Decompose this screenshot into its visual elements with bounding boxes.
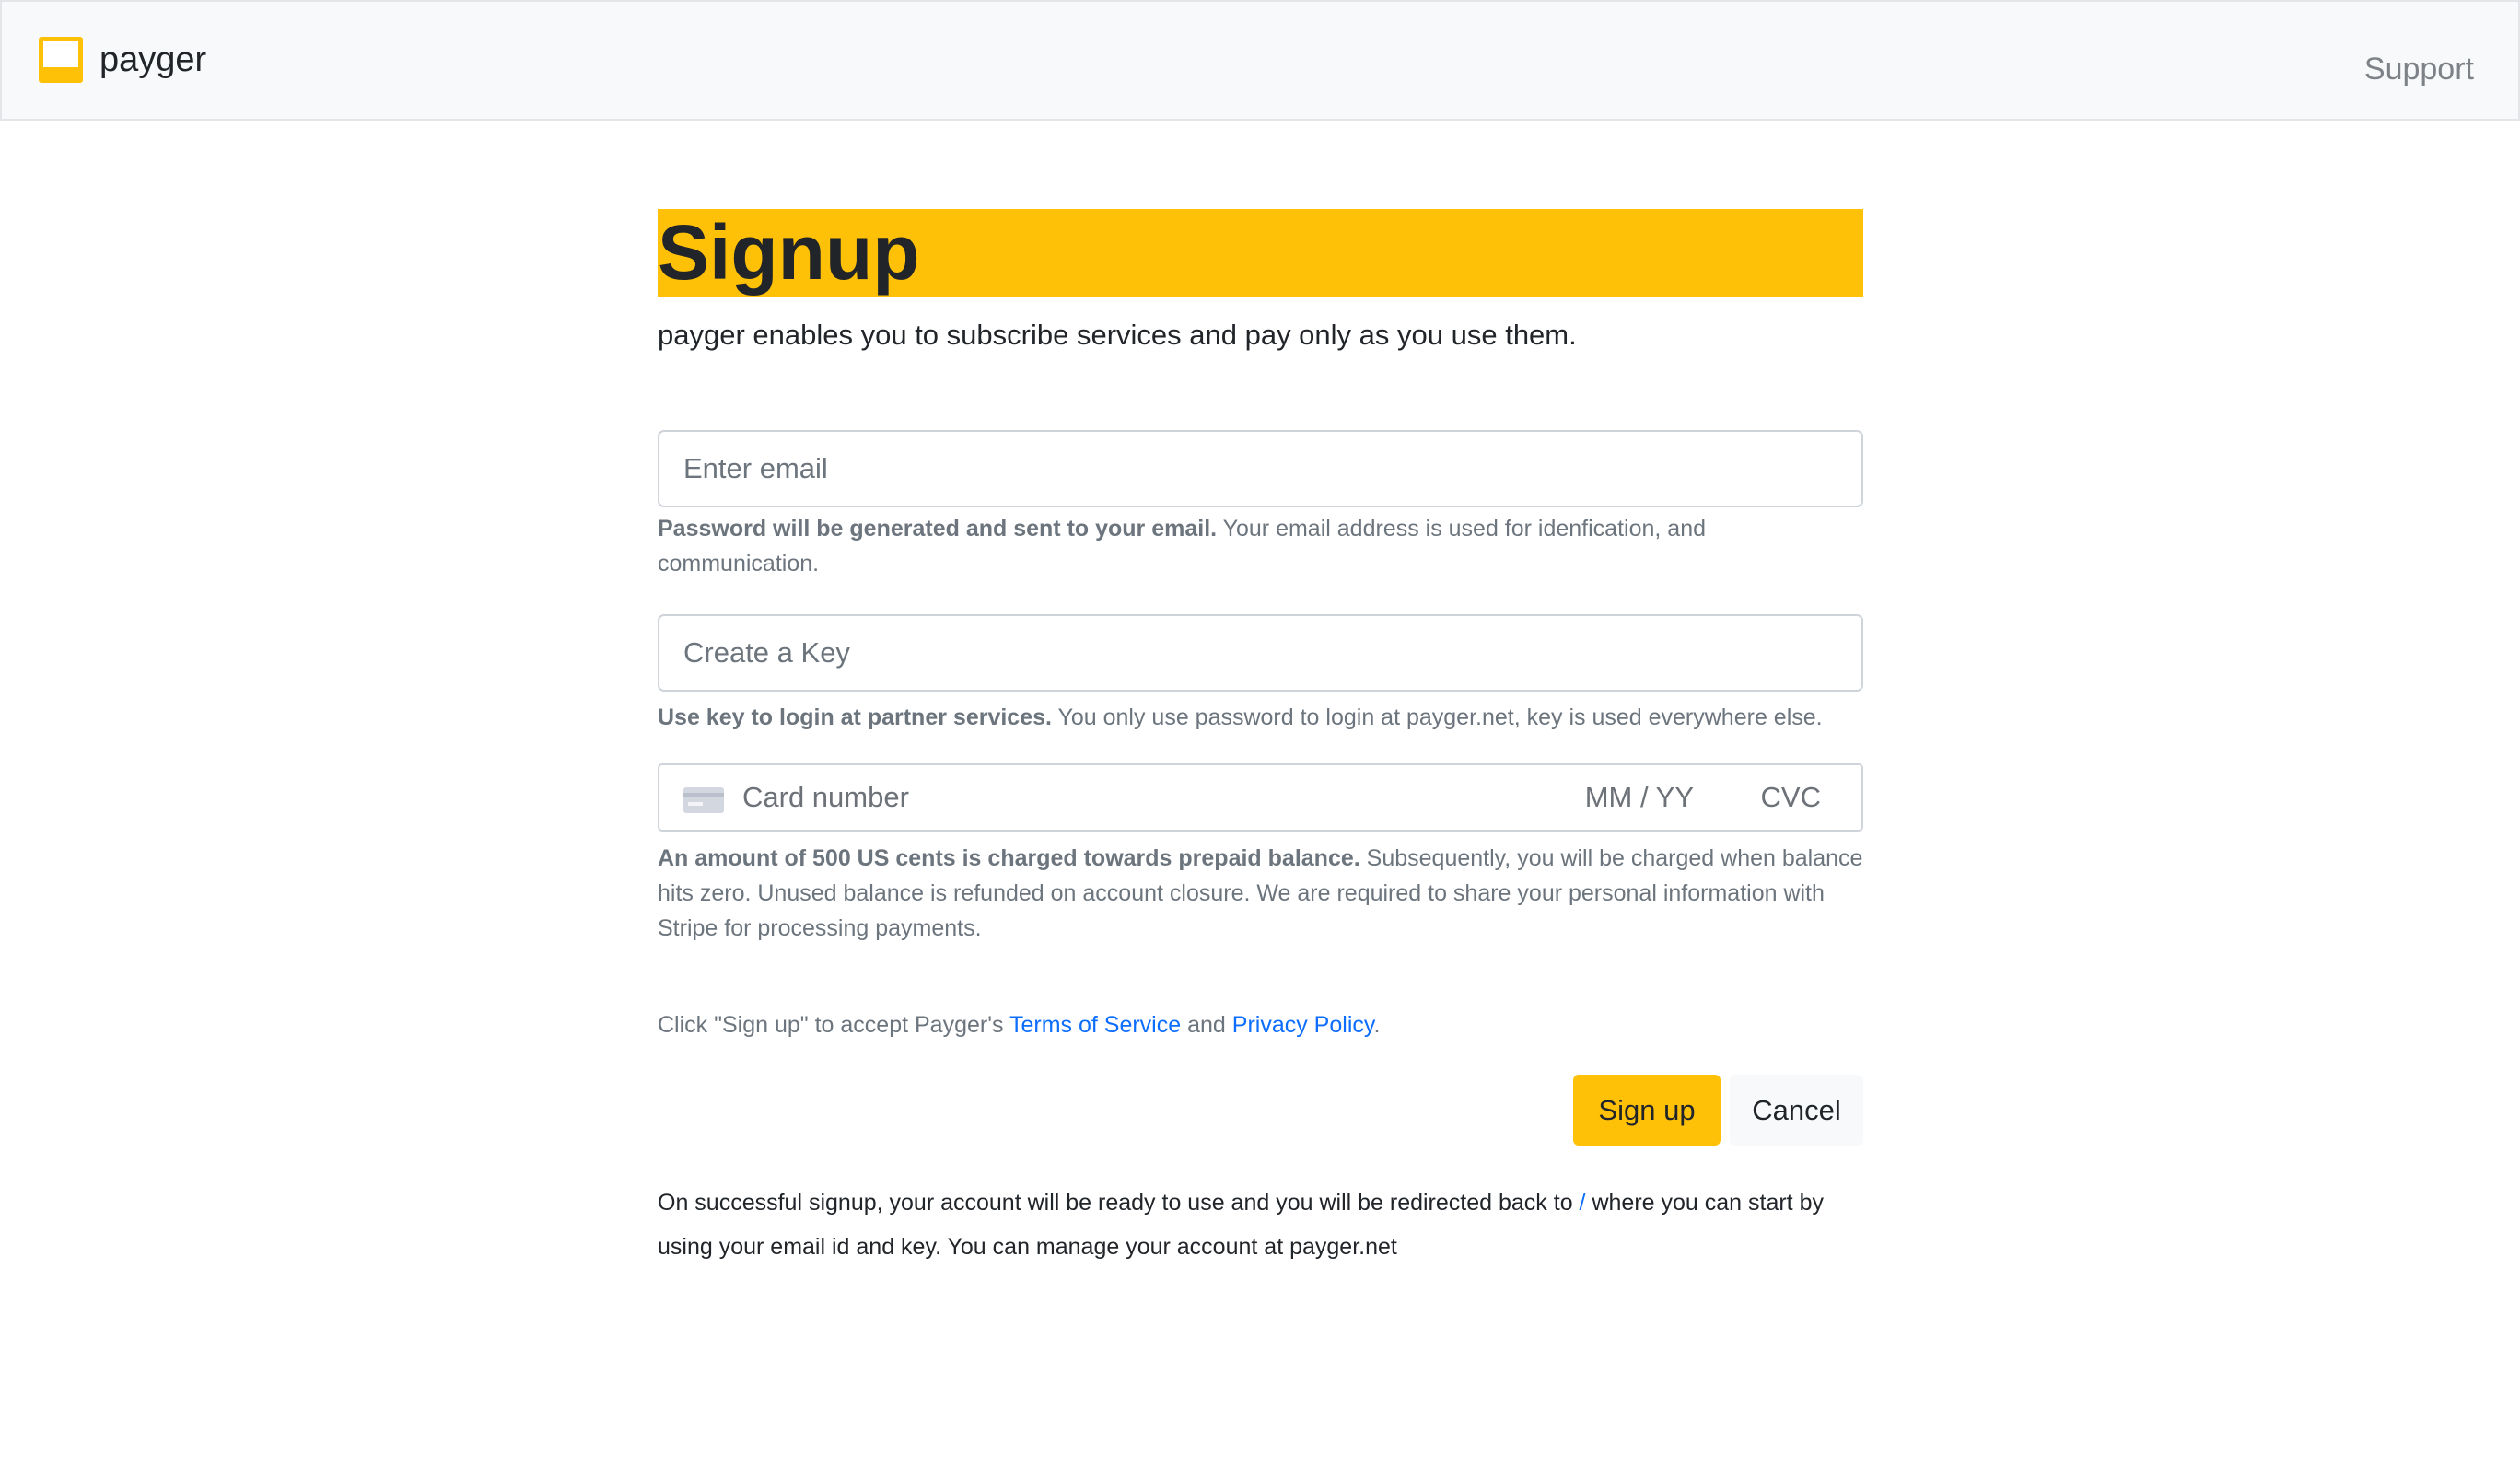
support-link[interactable]: Support [2364, 52, 2474, 87]
card-expiry-field[interactable]: MM / YY [1585, 781, 1694, 814]
navbar: payger Support [0, 0, 2520, 121]
payger-logo-icon [39, 37, 83, 83]
key-help-bold: Use key to login at partner services. [658, 704, 1052, 730]
signup-button[interactable]: Sign up [1573, 1075, 1721, 1146]
tagline: payger enables you to subscribe services… [658, 319, 1577, 351]
key-help: Use key to login at partner services. Yo… [658, 700, 1863, 735]
credit-card-icon [683, 787, 724, 813]
cancel-button[interactable]: Cancel [1730, 1075, 1863, 1146]
email-field[interactable] [658, 430, 1863, 507]
terms-text: Click "Sign up" to accept Payger's Terms… [658, 1012, 1380, 1039]
privacy-policy-link[interactable]: Privacy Policy [1232, 1012, 1374, 1038]
card-help: An amount of 500 US cents is charged tow… [658, 841, 1863, 946]
email-help: Password will be generated and sent to y… [658, 511, 1863, 581]
terms-of-service-link[interactable]: Terms of Service [1009, 1012, 1181, 1038]
brand-name: payger [99, 41, 207, 79]
card-cvc-field[interactable]: CVC [1761, 781, 1821, 814]
brand-link[interactable]: payger [39, 37, 206, 83]
terms-suffix: . [1373, 1012, 1381, 1038]
terms-prefix: Click "Sign up" to accept Payger's [658, 1012, 1004, 1038]
footer-note: On successful signup, your account will … [658, 1181, 1878, 1269]
card-help-bold: An amount of 500 US cents is charged tow… [658, 845, 1360, 871]
key-help-text: You only use password to login at payger… [1057, 704, 1823, 730]
email-help-bold: Password will be generated and sent to y… [658, 516, 1218, 541]
key-field[interactable] [658, 614, 1863, 692]
terms-and: and [1187, 1012, 1226, 1038]
card-number-field[interactable]: Card number [742, 781, 909, 814]
page-title: Signup [658, 209, 920, 296]
redirect-link[interactable]: / [1580, 1190, 1586, 1216]
footer-text-before: On successful signup, your account will … [658, 1190, 1573, 1216]
card-input[interactable]: Card number MM / YY CVC [658, 763, 1863, 832]
